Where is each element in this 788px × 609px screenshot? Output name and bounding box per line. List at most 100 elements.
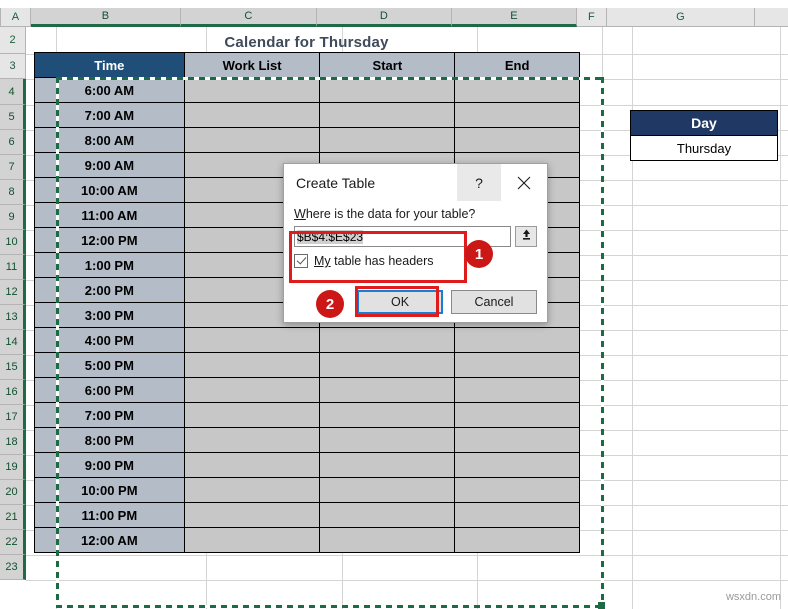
cell-time[interactable]: 4:00 PM — [34, 327, 185, 353]
cell-time[interactable]: 10:00 PM — [34, 477, 185, 503]
row-header-16[interactable]: 16 — [0, 380, 26, 405]
close-button[interactable] — [501, 164, 547, 201]
cell-time[interactable]: 12:00 AM — [34, 527, 185, 553]
cell-start[interactable] — [319, 452, 456, 478]
cell-start[interactable] — [319, 327, 456, 353]
row-header-6[interactable]: 6 — [0, 130, 26, 155]
row-header-8[interactable]: 8 — [0, 180, 26, 205]
cell-time[interactable]: 10:00 AM — [34, 177, 185, 203]
select-all-corner[interactable] — [0, 8, 1, 27]
cell-time[interactable]: 1:00 PM — [34, 252, 185, 278]
row-header-17[interactable]: 17 — [0, 405, 26, 430]
column-header-g[interactable]: G — [607, 8, 755, 27]
cell-end[interactable] — [454, 452, 580, 478]
cell-start[interactable] — [319, 127, 456, 153]
cell-time[interactable]: 7:00 PM — [34, 402, 185, 428]
cell-work-list[interactable] — [183, 452, 321, 478]
cell-start[interactable] — [319, 352, 456, 378]
cell-end[interactable] — [454, 477, 580, 503]
cell-work-list[interactable] — [183, 352, 321, 378]
row-header-18[interactable]: 18 — [0, 430, 26, 455]
cell-time[interactable]: 9:00 PM — [34, 452, 185, 478]
cell-start[interactable] — [319, 102, 456, 128]
day-header-cell[interactable]: Day — [630, 110, 778, 136]
cell-time[interactable]: 3:00 PM — [34, 302, 185, 328]
row-header-3[interactable]: 3 — [0, 54, 26, 79]
cell-work-list[interactable] — [183, 327, 321, 353]
cell-work-list[interactable] — [183, 77, 321, 103]
column-header-a[interactable]: A — [1, 8, 31, 27]
row-header-7[interactable]: 7 — [0, 155, 26, 180]
cell-work-list[interactable] — [183, 477, 321, 503]
cell-start[interactable] — [319, 502, 456, 528]
cell-end[interactable] — [454, 402, 580, 428]
row-header-22[interactable]: 22 — [0, 530, 26, 555]
cell-end[interactable] — [454, 377, 580, 403]
cell-time[interactable]: 12:00 PM — [34, 227, 185, 253]
row-header-11[interactable]: 11 — [0, 255, 26, 280]
row-header-19[interactable]: 19 — [0, 455, 26, 480]
cell-time[interactable]: 9:00 AM — [34, 152, 185, 178]
cell-start[interactable] — [319, 377, 456, 403]
dialog-title-bar[interactable]: Create Table ? — [284, 164, 547, 201]
cell-end[interactable] — [454, 427, 580, 453]
cell-work-list[interactable] — [183, 102, 321, 128]
header-cell-time[interactable]: Time — [34, 52, 185, 78]
column-header-b[interactable]: B — [31, 8, 181, 27]
row-header-14[interactable]: 14 — [0, 330, 26, 355]
cell-end[interactable] — [454, 102, 580, 128]
collapse-dialog-button[interactable] — [515, 226, 537, 247]
row-header-4[interactable]: 4 — [0, 79, 26, 105]
header-cell-end[interactable]: End — [454, 52, 580, 78]
row-header-9[interactable]: 9 — [0, 205, 26, 230]
column-header-c[interactable]: C — [181, 8, 317, 27]
cell-end[interactable] — [454, 327, 580, 353]
header-cell-work-list[interactable]: Work List — [183, 52, 321, 78]
cell-end[interactable] — [454, 527, 580, 553]
cell-start[interactable] — [319, 477, 456, 503]
cell-end[interactable] — [454, 352, 580, 378]
cell-time[interactable]: 6:00 PM — [34, 377, 185, 403]
row-header-21[interactable]: 21 — [0, 505, 26, 530]
cell-time[interactable]: 11:00 PM — [34, 502, 185, 528]
my-table-has-headers-row[interactable]: My table has headers — [294, 254, 537, 268]
cell-start[interactable] — [319, 402, 456, 428]
header-cell-start[interactable]: Start — [319, 52, 456, 78]
row-header-13[interactable]: 13 — [0, 305, 26, 330]
day-value-cell[interactable]: Thursday — [630, 135, 778, 161]
column-header-d[interactable]: D — [317, 8, 452, 27]
row-header-20[interactable]: 20 — [0, 480, 26, 505]
cell-work-list[interactable] — [183, 377, 321, 403]
cell-time[interactable]: 5:00 PM — [34, 352, 185, 378]
row-header-23[interactable]: 23 — [0, 555, 26, 580]
cell-time[interactable]: 8:00 AM — [34, 127, 185, 153]
column-header-e[interactable]: E — [452, 8, 577, 27]
cell-work-list[interactable] — [183, 427, 321, 453]
cell-work-list[interactable] — [183, 527, 321, 553]
column-header-f[interactable]: F — [577, 8, 607, 27]
column-header-blank[interactable] — [755, 8, 788, 27]
cell-time[interactable]: 7:00 AM — [34, 102, 185, 128]
cell-end[interactable] — [454, 127, 580, 153]
row-header-12[interactable]: 12 — [0, 280, 26, 305]
row-header-10[interactable]: 10 — [0, 230, 26, 255]
row-header-2[interactable]: 2 — [0, 27, 26, 54]
help-button[interactable]: ? — [457, 164, 501, 201]
cancel-button[interactable]: Cancel — [451, 290, 537, 314]
row-header-5[interactable]: 5 — [0, 105, 26, 130]
cell-work-list[interactable] — [183, 402, 321, 428]
cell-start[interactable] — [319, 77, 456, 103]
cell-time[interactable]: 11:00 AM — [34, 202, 185, 228]
cell-start[interactable] — [319, 527, 456, 553]
ok-button[interactable]: OK — [357, 290, 443, 314]
my-table-has-headers-checkbox[interactable] — [294, 254, 308, 268]
cell-time[interactable]: 2:00 PM — [34, 277, 185, 303]
cell-end[interactable] — [454, 502, 580, 528]
cell-time[interactable]: 6:00 AM — [34, 77, 185, 103]
cell-time[interactable]: 8:00 PM — [34, 427, 185, 453]
row-header-15[interactable]: 15 — [0, 355, 26, 380]
cell-start[interactable] — [319, 427, 456, 453]
cell-end[interactable] — [454, 77, 580, 103]
cell-work-list[interactable] — [183, 127, 321, 153]
cell-work-list[interactable] — [183, 502, 321, 528]
